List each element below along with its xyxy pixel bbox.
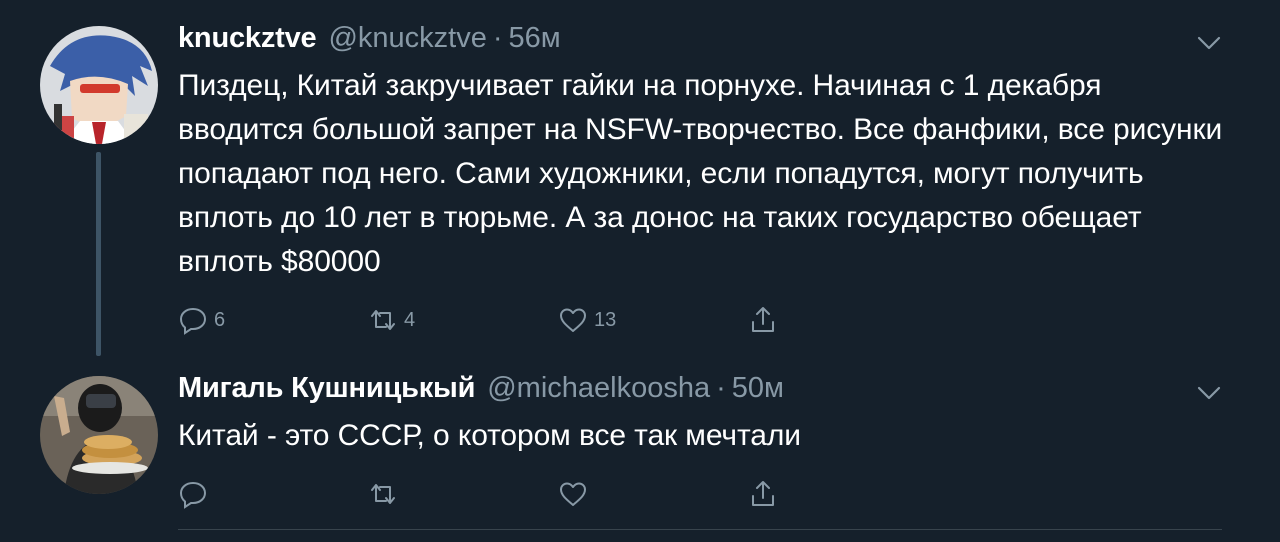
share-button[interactable] xyxy=(748,302,778,338)
like-button[interactable]: 13 xyxy=(558,302,616,338)
display-name[interactable]: Мигаль Кушницькый xyxy=(178,372,475,405)
like-icon xyxy=(560,482,586,506)
tweet-header: Мигаль Кушницькый @michaelkoosha · 50м xyxy=(178,372,784,416)
reply-icon xyxy=(179,481,207,509)
reply-icon xyxy=(179,307,207,335)
person-with-pancakes-avatar-icon xyxy=(40,376,158,494)
separator-dot: · xyxy=(716,372,726,404)
tweet-actions xyxy=(178,476,798,512)
retweet-button[interactable] xyxy=(368,476,404,512)
timestamp[interactable]: 50м xyxy=(732,372,784,405)
tweet-header: knuckztve @knuckztve · 56м xyxy=(178,22,561,66)
user-handle[interactable]: @knuckztve xyxy=(328,22,486,55)
timestamp[interactable]: 56м xyxy=(509,22,561,55)
like-icon xyxy=(560,308,586,332)
tweet-actions: 6 4 13 xyxy=(178,302,798,338)
retweet-button[interactable]: 4 xyxy=(368,302,415,338)
tweet[interactable]: Мигаль Кушницькый @michaelkoosha · 50м К… xyxy=(0,372,1280,542)
like-count: 13 xyxy=(594,308,617,331)
separator-dot: · xyxy=(492,22,503,54)
tweet-text: Китай - это СССР, о котором все так мечт… xyxy=(178,419,801,452)
share-icon xyxy=(752,481,774,506)
tweet[interactable]: knuckztve @knuckztve · 56м Пиздец, Китай… xyxy=(0,0,1280,372)
reply-count: 6 xyxy=(214,308,226,331)
retweet-count: 4 xyxy=(404,308,416,331)
avatar[interactable] xyxy=(40,26,158,144)
thread-line xyxy=(96,152,101,356)
retweet-icon xyxy=(371,310,395,330)
retweet-icon xyxy=(371,484,395,504)
anime-character-avatar-icon xyxy=(40,26,158,144)
avatar[interactable] xyxy=(40,376,158,494)
share-icon xyxy=(752,307,774,332)
display-name[interactable]: knuckztve xyxy=(178,22,317,55)
tweet-text: Пиздец, Китай закручивает гайки на порну… xyxy=(178,69,1223,278)
reply-button[interactable] xyxy=(178,476,214,512)
user-handle[interactable]: @michaelkoosha xyxy=(487,372,710,405)
share-button[interactable] xyxy=(748,476,778,512)
chevron-down-icon[interactable] xyxy=(1196,30,1222,56)
chevron-down-icon[interactable] xyxy=(1196,380,1222,406)
tweet-divider xyxy=(178,529,1222,530)
reply-button[interactable]: 6 xyxy=(178,302,225,338)
like-button[interactable] xyxy=(558,476,594,512)
